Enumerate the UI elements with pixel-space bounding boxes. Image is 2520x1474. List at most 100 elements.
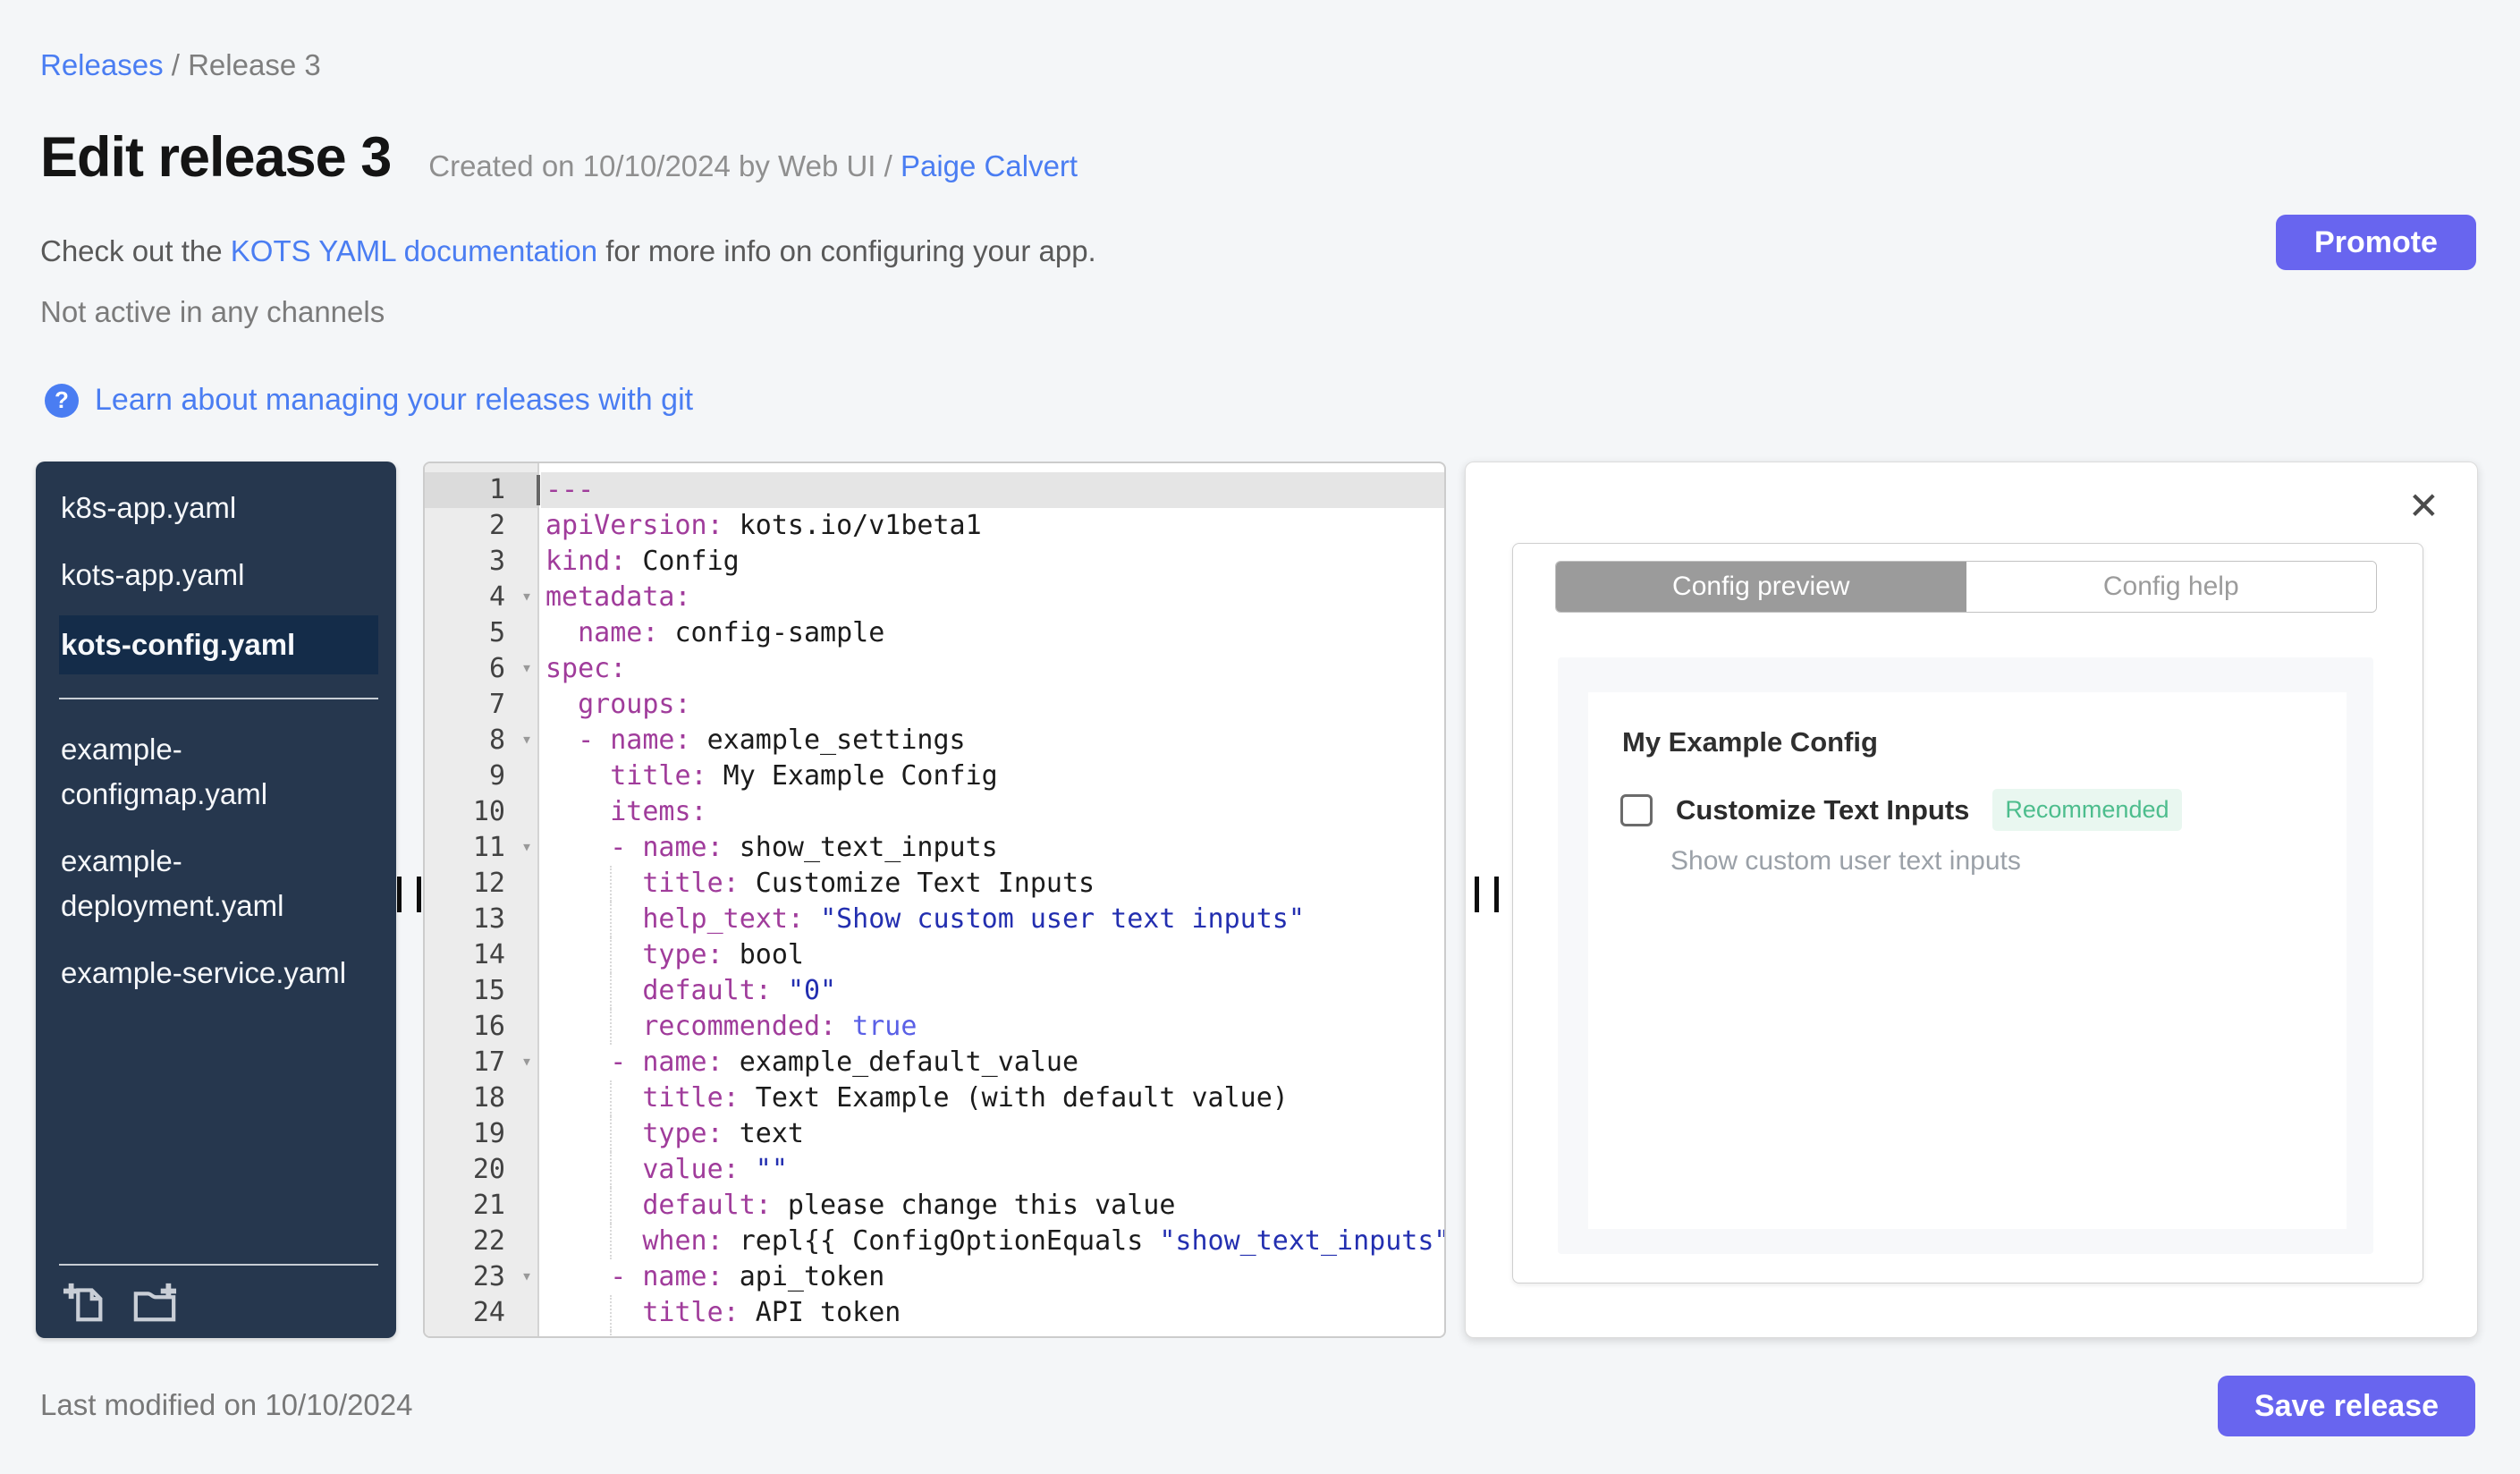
indent-guide xyxy=(610,973,612,1009)
code-token: type: xyxy=(642,939,723,970)
code-token: - name: xyxy=(545,724,691,756)
code-line[interactable]: spec: xyxy=(545,651,1444,687)
code-line[interactable]: type: password xyxy=(545,1331,1444,1336)
fold-arrow-icon[interactable]: ▾ xyxy=(521,1258,532,1293)
breadcrumb-releases-link[interactable]: Releases xyxy=(40,48,164,81)
code-line[interactable]: help_text: "Show custom user text inputs… xyxy=(545,902,1444,937)
indent-guide xyxy=(610,1080,612,1116)
code-line[interactable]: metadata: xyxy=(545,580,1444,615)
editor-code-area[interactable]: --- apiVersion: kots.io/v1beta1 kind: Conf… xyxy=(537,463,1444,1336)
code-line[interactable]: - name: example_settings xyxy=(545,723,1444,758)
fold-arrow-icon[interactable]: ▾ xyxy=(521,578,532,614)
preview-resize-handle-right-bar[interactable] xyxy=(1494,877,1499,912)
fold-arrow-icon[interactable]: ▾ xyxy=(521,1043,532,1079)
code-token: title: xyxy=(610,760,707,792)
file-item-kots-app-yaml[interactable]: kots-app.yaml xyxy=(59,553,378,597)
file-item-kots-config-yaml[interactable]: kots-config.yaml xyxy=(59,615,378,674)
code-token: metadata: xyxy=(545,581,691,613)
option-checkbox[interactable] xyxy=(1620,793,1653,826)
code-token: - name: xyxy=(545,1046,723,1078)
code-line[interactable]: title: API token xyxy=(545,1295,1444,1331)
sidebar-resize-handle-right-bar[interactable] xyxy=(417,877,421,912)
kots-yaml-doc-link[interactable]: KOTS YAML documentation xyxy=(231,234,597,267)
code-token: spec: xyxy=(545,653,627,684)
breadcrumb-current: Release 3 xyxy=(188,48,321,81)
code-line[interactable]: - name: show_text_inputs xyxy=(545,830,1444,866)
code-line[interactable]: apiVersion: kots.io/v1beta1 xyxy=(545,508,1444,544)
line-number: 12 xyxy=(472,868,505,899)
code-token: "show_text_inputs" xyxy=(1159,1225,1446,1257)
add-folder-icon[interactable] xyxy=(132,1280,177,1325)
line-number: 21 xyxy=(472,1190,505,1221)
page-title: Edit release 3 xyxy=(40,126,392,189)
code-line[interactable]: title: Text Example (with default value) xyxy=(545,1080,1444,1116)
breadcrumb: Releases / Release 3 xyxy=(40,48,321,82)
code-line[interactable]: name: config-sample xyxy=(545,615,1444,651)
code-token: default: xyxy=(642,975,772,1006)
author-link[interactable]: Paige Calvert xyxy=(901,149,1078,182)
code-line[interactable]: - name: example_default_value xyxy=(545,1045,1444,1080)
code-token: when: xyxy=(642,1225,723,1257)
code-line[interactable]: title: My Example Config xyxy=(545,758,1444,794)
code-line[interactable]: - name: api_token xyxy=(545,1259,1444,1295)
code-line[interactable]: value: "" xyxy=(545,1152,1444,1188)
line-number: 16 xyxy=(472,1011,505,1042)
fold-arrow-icon[interactable]: ▾ xyxy=(521,649,532,685)
line-number: 9 xyxy=(488,760,505,792)
file-item-example-deployment-yaml[interactable]: example-deployment.yaml xyxy=(59,839,378,928)
code-token: title: xyxy=(642,1297,740,1328)
editor-gutter: 1 2 3 4 ▾ 5 6 ▾ 7 8 ▾ 9 10 11 ▾ 12 13 14 15 16 17 ▾ 18 19 20 21 22… xyxy=(425,463,539,1336)
file-item-k8s-app-yaml[interactable]: k8s-app.yaml xyxy=(59,486,378,530)
code-line[interactable]: groups: xyxy=(545,687,1444,723)
code-token: kots.io/v1beta1 xyxy=(723,510,982,541)
code-line[interactable]: kind: Config xyxy=(545,544,1444,580)
code-line[interactable]: recommended: true xyxy=(545,1009,1444,1045)
git-releases-link[interactable]: Learn about managing your releases with … xyxy=(95,383,693,418)
indent-guide xyxy=(610,1331,612,1336)
preview-resize-handle-left-bar[interactable] xyxy=(1475,877,1479,912)
created-text: Created on 10/10/2024 by Web UI / xyxy=(428,149,901,182)
add-file-icon[interactable] xyxy=(63,1280,107,1325)
code-line[interactable]: title: Customize Text Inputs xyxy=(545,866,1444,902)
code-token: text xyxy=(723,1118,804,1149)
line-number: 25 xyxy=(425,1331,537,1336)
file-item-example-configmap-yaml[interactable]: example-configmap.yaml xyxy=(59,727,378,817)
code-token: config-sample xyxy=(658,617,885,648)
question-icon[interactable]: ? xyxy=(45,383,79,418)
file-item-example-service-yaml[interactable]: example-service.yaml xyxy=(59,951,378,995)
code-token: kind: xyxy=(545,546,627,577)
fold-arrow-icon[interactable]: ▾ xyxy=(521,721,532,757)
close-icon[interactable]: ✕ xyxy=(2408,487,2440,525)
code-token: show_text_inputs xyxy=(723,832,998,863)
code-line[interactable]: type: text xyxy=(545,1116,1444,1152)
code-token: type: xyxy=(642,1333,723,1336)
yaml-code-editor[interactable]: 1 2 3 4 ▾ 5 6 ▾ 7 8 ▾ 9 10 11 ▾ 12 13 14 15 16 17 ▾ 18 19 20 21 22… xyxy=(423,462,1446,1338)
main-area: k8s-app.yaml kots-app.yaml kots-config.yam… xyxy=(0,462,2520,1338)
code-line[interactable]: when: repl{{ ConfigOptionEquals "show_te… xyxy=(545,1224,1444,1259)
code-line[interactable]: default: "0" xyxy=(545,973,1444,1009)
tab-config-help[interactable]: Config help xyxy=(1966,562,2376,612)
indent-guide xyxy=(610,1224,612,1259)
code-line[interactable]: type: bool xyxy=(545,937,1444,973)
code-token: title: xyxy=(642,868,740,899)
save-release-button[interactable]: Save release xyxy=(2218,1376,2475,1436)
promote-button[interactable]: Promote xyxy=(2276,215,2476,270)
code-token: default: xyxy=(642,1190,772,1221)
line-number: 23 ▾ xyxy=(425,1259,537,1295)
sidebar-resize-handle-left-bar[interactable] xyxy=(397,877,402,912)
fold-arrow-icon[interactable]: ▾ xyxy=(521,828,532,864)
code-line[interactable]: --- xyxy=(537,472,1444,508)
tab-config-preview[interactable]: Config preview xyxy=(1556,562,1966,612)
code-line[interactable]: items: xyxy=(545,794,1444,830)
git-help-row[interactable]: ? Learn about managing your releases wit… xyxy=(45,383,693,418)
config-option-row: Customize Text Inputs Recommended xyxy=(1620,789,2182,831)
code-line[interactable]: default: please change this value xyxy=(545,1188,1444,1224)
indent-guide xyxy=(610,1152,612,1188)
